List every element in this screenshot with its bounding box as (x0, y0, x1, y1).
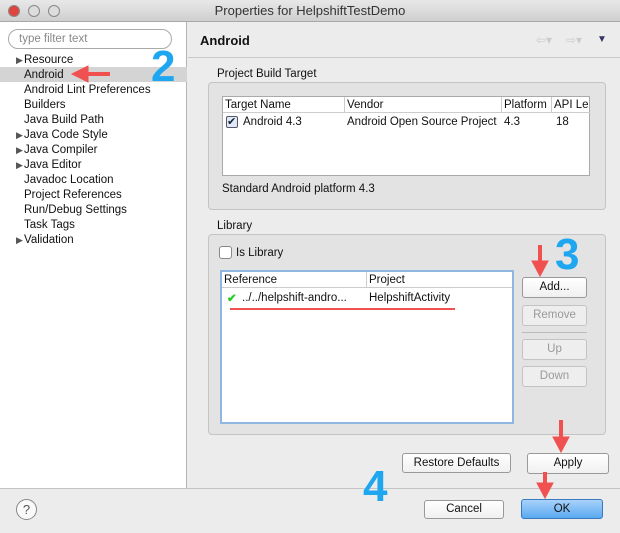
annotation-arrows (70, 65, 570, 500)
